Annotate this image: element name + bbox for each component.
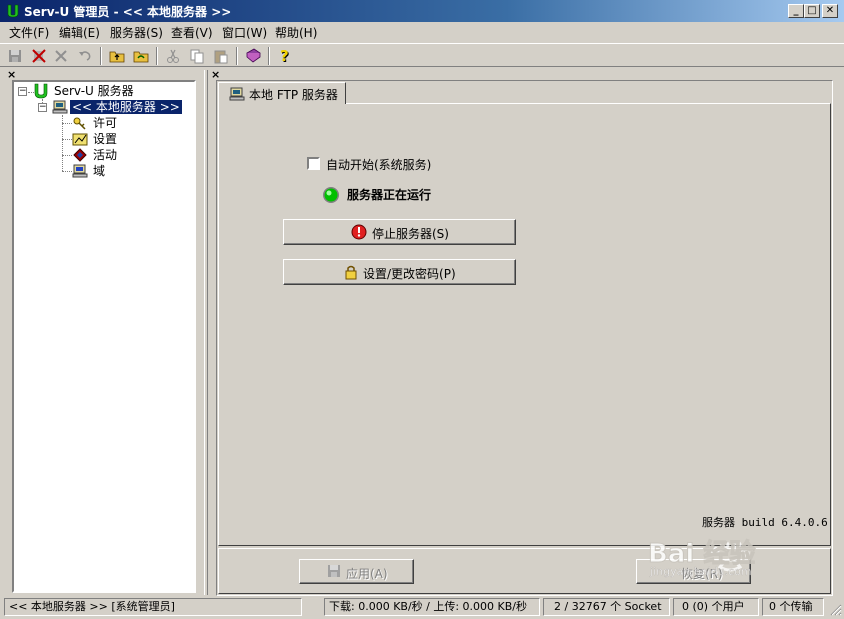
activity-icon — [73, 148, 87, 162]
tab-local-ftp-server[interactable]: 本地 FTP 服务器 — [218, 82, 346, 104]
server-tree: − Serv-U 服务器 − << 本地服务器 >> 许可 设置 活动 域 — [12, 80, 196, 593]
minimize-button[interactable]: _ — [788, 4, 804, 18]
menu-bar: 文件(F) 编辑(E) 服务器(S) 查看(V) 窗口(W) 帮助(H) — [0, 22, 844, 41]
tree-item-activity[interactable]: 活动 — [93, 147, 117, 163]
servu-root-icon — [34, 83, 48, 99]
domain-computer-icon — [72, 164, 88, 178]
maximize-button[interactable]: □ — [804, 4, 820, 18]
tree-server-expander[interactable]: − — [38, 103, 47, 112]
status-indicator-icon — [323, 187, 339, 203]
tree-root-label[interactable]: Serv-U 服务器 — [54, 83, 134, 99]
menu-help[interactable]: 帮助(H) — [275, 24, 317, 41]
lock-icon — [345, 265, 357, 280]
resize-grip-icon[interactable] — [828, 602, 842, 616]
stop-server-label: 停止服务器(S) — [372, 227, 449, 241]
up-folder-icon[interactable] — [108, 47, 126, 65]
computer-icon — [229, 87, 245, 101]
close-button[interactable]: ✕ — [822, 4, 838, 18]
stop-icon — [351, 224, 367, 240]
pane-splitter[interactable] — [204, 70, 208, 595]
apply-label: 应用(A) — [346, 567, 388, 581]
delete-icon[interactable] — [52, 47, 70, 65]
tree-local-server-label: << 本地服务器 >> — [70, 100, 182, 114]
stop-server-button[interactable]: 停止服务器(S) — [283, 219, 516, 245]
status-bar: << 本地服务器 >> [系统管理员] 下载: 0.000 KB/秒 / 上传:… — [0, 596, 844, 619]
baidu-watermark: Bai 经验 jingyan.baidu.com — [640, 523, 840, 583]
save-icon[interactable] — [6, 47, 24, 65]
tree-local-server[interactable]: << 本地服务器 >> — [70, 99, 182, 115]
help-icon[interactable]: ? ? — [276, 47, 294, 65]
status-users: 0 (0) 个用户 — [673, 598, 759, 616]
status-transfers: 0 个传输 — [762, 598, 824, 616]
cut-icon[interactable] — [164, 47, 182, 65]
refresh-icon[interactable] — [132, 47, 150, 65]
status-sockets: 2 / 32767 个 Socket — [543, 598, 670, 616]
key-icon — [73, 117, 86, 130]
status-transfer-rate: 下载: 0.000 KB/秒 / 上传: 0.000 KB/秒 — [324, 598, 540, 616]
watermark-url: jingyan.baidu.com — [650, 565, 752, 578]
autostart-checkbox[interactable] — [307, 157, 320, 170]
set-password-button[interactable]: 设置/更改密码(P) — [283, 259, 516, 285]
menu-window[interactable]: 窗口(W) — [222, 24, 267, 41]
paste-icon[interactable] — [212, 47, 230, 65]
tree-item-domain[interactable]: 域 — [93, 163, 105, 179]
apply-button[interactable]: 应用(A) — [299, 559, 414, 584]
book-icon[interactable] — [244, 47, 262, 65]
status-server: << 本地服务器 >> [系统管理员] — [4, 598, 302, 616]
title-bar: Serv-U 管理员 - << 本地服务器 >> _ □ ✕ — [0, 0, 844, 22]
servu-logo-icon — [7, 4, 19, 18]
undo-icon[interactable] — [76, 47, 94, 65]
menu-view[interactable]: 查看(V) — [171, 24, 213, 41]
tree-item-settings[interactable]: 设置 — [93, 131, 117, 147]
toolbar: ? ? — [0, 43, 844, 67]
settings-chart-icon — [72, 133, 88, 146]
tree-item-license[interactable]: 许可 — [93, 115, 117, 131]
copy-icon[interactable] — [188, 47, 206, 65]
menu-server[interactable]: 服务器(S) — [110, 24, 163, 41]
save-icon — [328, 565, 340, 577]
window-title: Serv-U 管理员 - << 本地服务器 >> — [24, 5, 232, 19]
autostart-label[interactable]: 自动开始(系统服务) — [326, 156, 431, 173]
set-password-label: 设置/更改密码(P) — [363, 267, 456, 281]
server-status-text: 服务器正在运行 — [347, 188, 432, 202]
menu-edit[interactable]: 编辑(E) — [59, 24, 100, 41]
computer-icon — [52, 100, 68, 114]
tree-root-expander[interactable]: − — [18, 87, 27, 96]
menu-file[interactable]: 文件(F) — [9, 24, 49, 41]
svg-text:?: ? — [280, 47, 289, 65]
disconnect-icon[interactable] — [30, 47, 48, 65]
tab-label: 本地 FTP 服务器 — [249, 88, 338, 102]
